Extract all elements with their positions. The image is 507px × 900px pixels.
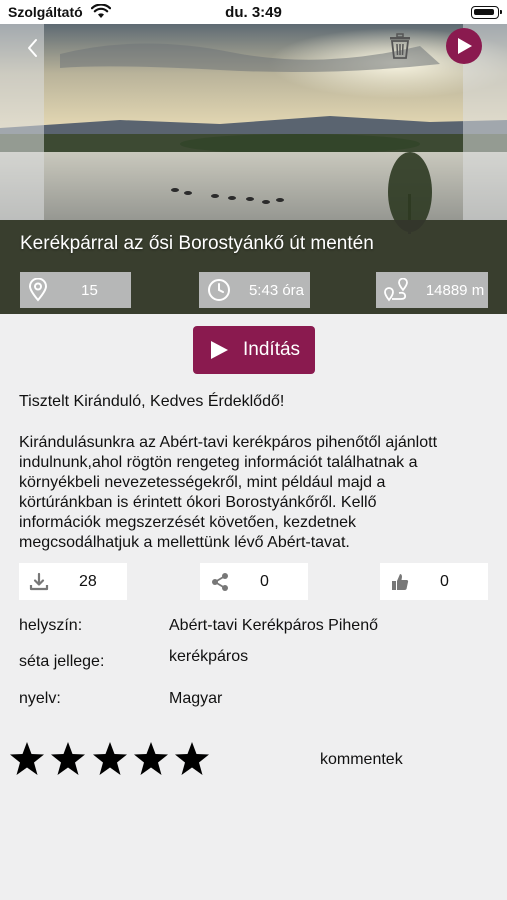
comments-link[interactable]: kommentek — [320, 751, 403, 769]
description-line: indulnunk,ahol rögtön rengeteg informáci… — [19, 454, 418, 471]
download-icon — [29, 572, 49, 597]
like-count: 0 — [440, 573, 449, 590]
description-line: körtúránkban is érintett ókori Borostyán… — [19, 494, 377, 511]
play-icon — [458, 38, 472, 54]
star-icon[interactable] — [8, 740, 46, 778]
description-line: környékbeli nevezetességekről, mint péld… — [19, 474, 386, 491]
points-value: 15 — [81, 281, 98, 299]
duration-value: 5:43 óra — [248, 281, 305, 299]
chevron-left-icon — [28, 39, 37, 57]
play-audio-button[interactable] — [446, 28, 482, 64]
star-icon[interactable] — [173, 740, 211, 778]
share-icon — [210, 572, 230, 597]
star-icon[interactable] — [49, 740, 87, 778]
description-text: Kirándulásunkra az Abért-tavi kerékpáros… — [19, 433, 489, 553]
back-button[interactable] — [24, 36, 42, 60]
distance-stat: 14889 m — [376, 272, 488, 308]
description-line: információk megszerzését követően, kezde… — [19, 514, 357, 531]
distance-value: 14889 m — [425, 281, 485, 299]
start-tour-button[interactable]: Indítás — [193, 326, 315, 374]
tour-type-value: kerékpáros — [169, 648, 249, 665]
trash-icon — [390, 33, 410, 59]
points-count: 15 — [20, 272, 131, 308]
description-line: Kirándulásunkra az Abért-tavi kerékpáros… — [19, 434, 438, 451]
like-counter-button[interactable]: 0 — [380, 563, 488, 600]
download-count: 28 — [79, 573, 97, 590]
description-line: megcsodálhatjuk a mellettünk lévő Abért-… — [19, 534, 350, 551]
battery-icon — [471, 6, 502, 19]
delete-button[interactable] — [388, 32, 412, 60]
play-icon — [211, 341, 228, 359]
download-counter-button[interactable]: 28 — [19, 563, 127, 600]
start-button-label: Indítás — [243, 339, 301, 360]
status-bar: Szolgáltató du. 3:49 — [0, 0, 507, 24]
duration-stat: 5:43 óra — [199, 272, 310, 308]
description-greeting: Tisztelt Kiránduló, Kedves Érdeklődő! — [19, 393, 285, 410]
location-label: helyszín: — [19, 617, 83, 634]
thumbs-up-icon — [390, 572, 410, 597]
language-value: Magyar — [169, 690, 223, 707]
star-icon[interactable] — [91, 740, 129, 778]
hero-header: Kerékpárral az ősi Borostyánkő út mentén… — [0, 24, 507, 314]
share-count: 0 — [260, 573, 269, 590]
location-value: Abért-tavi Kerékpáros Pihenő — [169, 617, 378, 634]
tour-title: Kerékpárral az ősi Borostyánkő út mentén — [20, 233, 374, 254]
language-label: nyelv: — [19, 690, 61, 707]
share-counter-button[interactable]: 0 — [200, 563, 308, 600]
status-time: du. 3:49 — [225, 4, 282, 21]
tour-type-label: séta jellege: — [19, 653, 105, 670]
star-icon[interactable] — [132, 740, 170, 778]
